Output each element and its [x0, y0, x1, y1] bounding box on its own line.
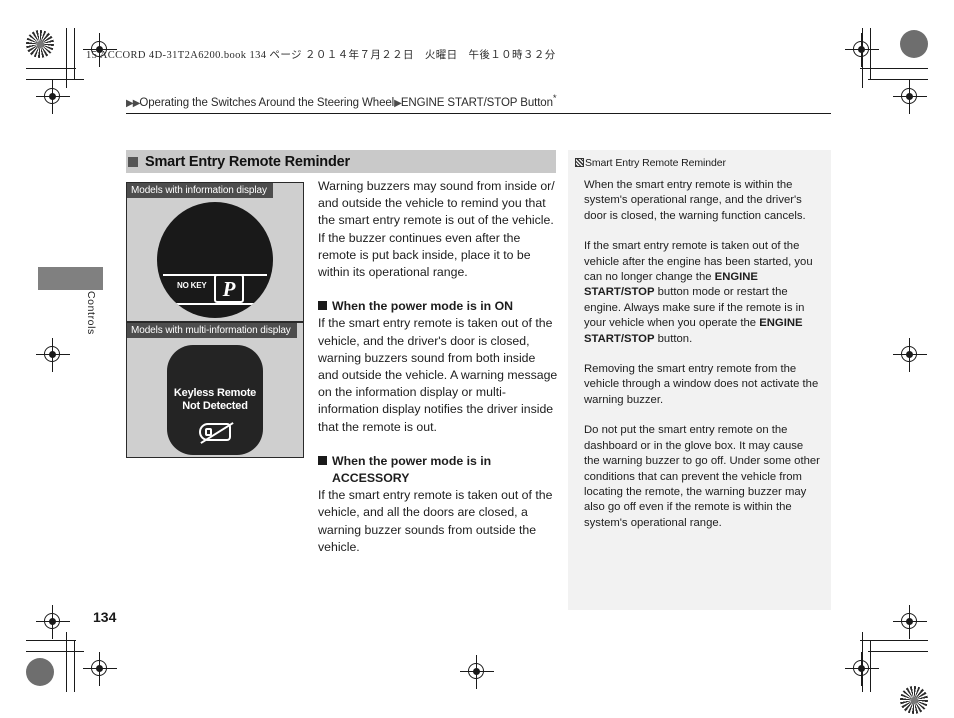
figure-information-display: Models with information display NO KEY P [126, 182, 304, 322]
subsection-body-accessory: If the smart entry remote is taken out o… [318, 488, 553, 554]
sidebar-paragraph-2: If the smart entry remote is taken out o… [584, 239, 821, 347]
registration-star-top-left [26, 30, 54, 58]
park-symbol-icon: P [214, 274, 244, 303]
sidebar-p2-part-a: If the smart entry remote is taken out o… [584, 240, 813, 284]
crosshair-upper-left-inner [36, 80, 70, 114]
figure-caption: Models with multi-information display [127, 323, 297, 338]
information-display-screen: NO KEY P [157, 202, 273, 318]
subsection-heading-accessory: When the power mode is in ACCESSORY [318, 453, 558, 487]
display-message-line-2: Not Detected [182, 400, 248, 412]
crop-mark-bl-v2 [74, 640, 76, 692]
sidebar-paragraph-4: Do not put the smart entry remote on the… [584, 424, 820, 529]
crop-mark-tr-h1 [860, 68, 928, 70]
chapter-tab-label: Controls [85, 291, 97, 335]
book-file-header: 15 ACCORD 4D-31T2A6200.book 134 ページ ２０１４… [86, 50, 556, 61]
sidebar-p2-part-c: button. [654, 332, 693, 345]
subsection-heading-on-text: When the power mode is in ON [332, 299, 514, 314]
crosshair-mid-left [36, 338, 70, 372]
crosshair-lower-left-inner [36, 605, 70, 639]
crosshair-upper-right-inner [893, 80, 927, 114]
subsection-heading-on: When the power mode is in ON [318, 298, 558, 315]
sidebar-paragraph-1: When the smart entry remote is within th… [584, 179, 806, 222]
figure-caption: Models with information display [127, 183, 273, 198]
crosshair-mid-right [893, 338, 927, 372]
multi-information-display-screen: Keyless Remote Not Detected [167, 345, 263, 455]
crosshair-lower-right-inner [893, 605, 927, 639]
key-not-detected-icon [199, 423, 231, 441]
crop-mark-tl-h1 [26, 68, 76, 70]
crop-mark-tr-v1 [862, 28, 864, 88]
sidebar-paragraph-3: Removing the smart entry remote from the… [584, 363, 819, 406]
breadcrumb-level-2[interactable]: ENGINE START/STOP Button [401, 97, 553, 109]
breadcrumb-single-arrow-icon: ▶ [394, 97, 402, 109]
crosshair-bottom-left [83, 652, 117, 686]
crop-mark-br-h1 [860, 640, 928, 642]
square-bullet-icon [318, 301, 327, 311]
sidebar-heading: Smart Entry Remote Reminder [575, 157, 821, 170]
crop-mark-br-h2 [868, 651, 928, 653]
main-body-column: Warning buzzers may sound from inside or… [318, 178, 558, 556]
crop-mark-bl-h2 [26, 651, 84, 653]
subsection-heading-accessory-line-1: When the power mode is in [332, 453, 492, 468]
figure-multi-information-display: Models with multi-information display Ke… [126, 322, 304, 458]
crop-mark-br-v2 [870, 640, 872, 692]
density-patch-top-right [900, 30, 928, 58]
square-bullet-icon [318, 456, 327, 466]
crop-mark-bl-h1 [26, 640, 76, 642]
page-number: 134 [93, 609, 117, 625]
breadcrumb-level-1[interactable]: Operating the Switches Around the Steeri… [139, 97, 394, 109]
breadcrumb-double-arrow-icon: ▶▶ [126, 97, 140, 109]
density-patch-bottom-left [26, 658, 54, 686]
display-message-line-1: Keyless Remote [173, 387, 257, 399]
section-heading: Smart Entry Remote Reminder [126, 150, 556, 173]
display-message: Keyless Remote Not Detected [167, 387, 263, 413]
header-divider [126, 113, 831, 115]
subsection-body-on: If the smart entry remote is taken out o… [318, 316, 558, 434]
note-marker-icon [575, 158, 584, 167]
breadcrumb-asterisk: * [552, 93, 557, 104]
intro-paragraph: Warning buzzers may sound from inside or… [318, 179, 555, 280]
subsection-heading-accessory-line-2: ACCESSORY [332, 471, 410, 486]
section-title: Smart Entry Remote Reminder [145, 153, 350, 170]
notes-sidebar: Smart Entry Remote Reminder When the sma… [568, 150, 831, 610]
crop-mark-tl-v2 [74, 28, 76, 80]
display-divider-bottom [160, 303, 270, 305]
crop-mark-tl-h2 [26, 79, 84, 81]
sidebar-heading-text: Smart Entry Remote Reminder [585, 157, 726, 169]
no-key-indicator: NO KEY [177, 281, 207, 290]
crop-mark-tr-h2 [868, 79, 928, 81]
square-bullet-icon [128, 156, 138, 167]
sidebar-body: When the smart entry remote is within th… [575, 178, 821, 531]
crosshair-bottom-center [460, 655, 494, 689]
breadcrumb: ▶▶Operating the Switches Around the Stee… [126, 93, 557, 109]
chapter-tab-marker [38, 267, 103, 290]
crop-mark-tr-v2 [870, 28, 872, 80]
registration-star-bottom-right [900, 686, 928, 714]
